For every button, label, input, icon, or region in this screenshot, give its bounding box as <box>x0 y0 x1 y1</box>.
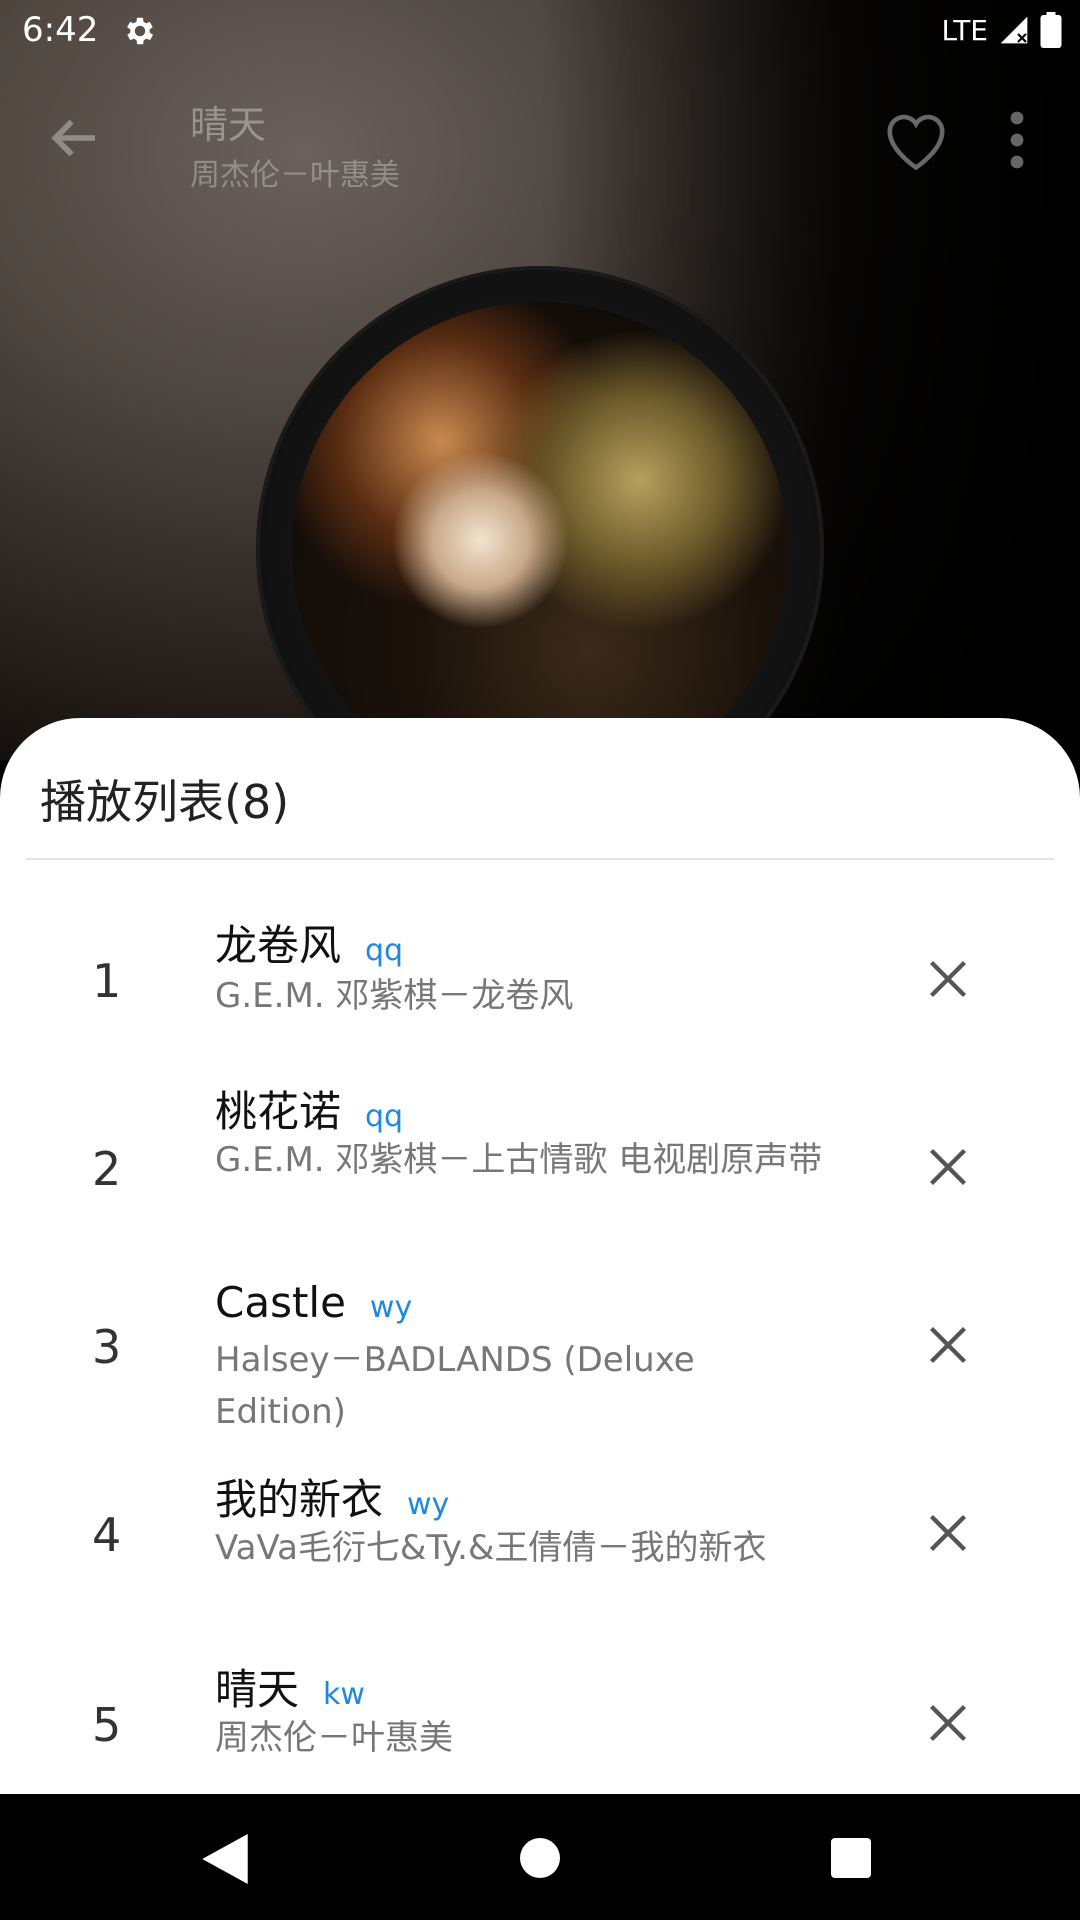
system-nav-bar <box>0 1794 1080 1920</box>
item-artist-album: Halsey－BADLANDS (Deluxe Edition) <box>215 1340 695 1432</box>
item-artist-album: 周杰伦－叶惠美 <box>215 1718 453 1758</box>
item-title: 我的新衣 <box>215 1475 384 1524</box>
source-tag: qq <box>365 1099 404 1134</box>
song-subtitle: 周杰伦－叶惠美 <box>190 158 400 193</box>
item-artist-album: VaVa毛衍七&Ty.&王倩倩－我的新衣 <box>215 1528 767 1568</box>
item-artist-album: G.E.M. 邓紫棋－龙卷风 <box>215 976 574 1016</box>
item-title-row: 龙卷风 qq <box>215 912 403 973</box>
item-title: Castle <box>215 1278 346 1327</box>
item-index: 2 <box>92 1142 122 1196</box>
playlist-sheet: 播放列表(8) 1 龙卷风 qq G.E.M. 邓紫棋－龙卷风 2 桃花诺 qq <box>0 718 1080 1794</box>
settings-icon <box>127 17 154 45</box>
nav-home-icon[interactable] <box>520 1838 560 1878</box>
song-title: 晴天 <box>190 103 267 147</box>
nav-recents-icon[interactable] <box>831 1838 871 1878</box>
item-title-row: Castle wy <box>215 1278 412 1327</box>
back-arrow-icon[interactable] <box>44 110 104 166</box>
status-right: LTE <box>941 12 1062 48</box>
nav-back-icon[interactable] <box>202 1834 248 1884</box>
item-title-row: 桃花诺 qq <box>215 1078 403 1139</box>
divider <box>26 858 1054 860</box>
source-tag: wy <box>407 1487 450 1522</box>
status-bar: 6:42 LTE <box>0 0 1080 62</box>
item-index: 3 <box>92 1320 122 1374</box>
item-title: 桃花诺 <box>215 1087 342 1136</box>
item-index: 4 <box>92 1508 122 1562</box>
playlist-title: 播放列表(8) <box>40 775 290 829</box>
player-toolbar: 晴天 周杰伦－叶惠美 <box>0 80 1080 193</box>
network-label: LTE <box>941 13 988 47</box>
playlist-item[interactable]: 5 晴天 kw 周杰伦－叶惠美 <box>0 1656 1080 1782</box>
source-tag: qq <box>365 933 404 968</box>
item-title: 晴天 <box>215 1665 300 1714</box>
heart-outline-icon[interactable] <box>876 102 956 174</box>
item-index: 5 <box>92 1698 122 1752</box>
source-tag: kw <box>323 1677 365 1712</box>
playlist-item[interactable]: 1 龙卷风 qq G.E.M. 邓紫棋－龙卷风 <box>0 890 1080 1078</box>
battery-icon <box>1040 12 1062 48</box>
playlist-item[interactable]: 4 我的新衣 wy VaVa毛衍七&Ty.&王倩倩－我的新衣 <box>0 1466 1080 1654</box>
close-icon[interactable] <box>926 957 970 1001</box>
close-icon[interactable] <box>926 1701 970 1745</box>
close-icon[interactable] <box>926 1145 970 1189</box>
source-tag: wy <box>369 1290 413 1325</box>
more-vert-icon[interactable] <box>1000 110 1034 170</box>
item-title: 龙卷风 <box>215 921 342 970</box>
item-title-row: 晴天 kw <box>215 1656 365 1717</box>
playlist-item[interactable]: 3 Castle wy Halsey－BADLANDS (Deluxe Edit… <box>0 1278 1080 1466</box>
screen: 6:42 LTE 晴天 周杰伦－叶惠美 播放列表(8) 1 龙卷风 qq G.E… <box>0 0 1080 1920</box>
item-artist-album: G.E.M. 邓紫棋－上古情歌 电视剧原声带 <box>215 1140 823 1180</box>
status-time: 6:42 <box>22 10 99 50</box>
item-title-row: 我的新衣 wy <box>215 1466 449 1527</box>
close-icon[interactable] <box>926 1511 970 1555</box>
item-index: 1 <box>92 954 122 1008</box>
close-icon[interactable] <box>926 1323 970 1367</box>
playlist-item[interactable]: 2 桃花诺 qq G.E.M. 邓紫棋－上古情歌 电视剧原声带 <box>0 1078 1080 1278</box>
signal-icon <box>1000 16 1028 44</box>
